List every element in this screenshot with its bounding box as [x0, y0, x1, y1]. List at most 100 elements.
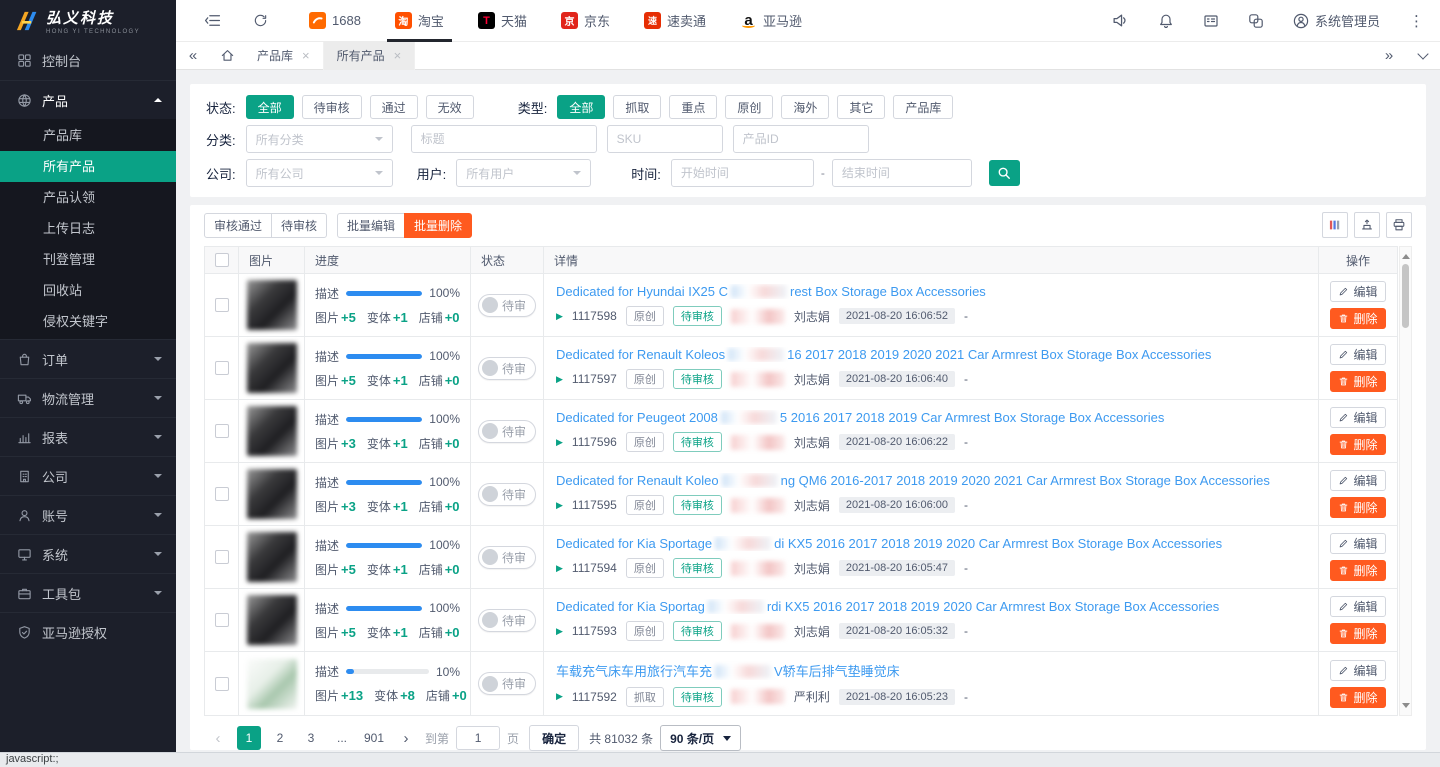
sidebar-subitem-刊登管理[interactable]: 刊登管理 [0, 244, 176, 275]
edit-button[interactable]: 编辑 [1330, 470, 1386, 491]
play-icon[interactable]: ▶ [556, 691, 563, 702]
play-icon[interactable]: ▶ [556, 500, 563, 511]
row-checkbox[interactable] [215, 677, 229, 691]
play-icon[interactable]: ▶ [556, 311, 563, 322]
row-checkbox[interactable] [215, 487, 229, 501]
search-button[interactable] [989, 160, 1020, 186]
play-icon[interactable]: ▶ [556, 374, 563, 385]
sidebar-item-订单[interactable]: 订单 [0, 339, 176, 378]
product-title-link[interactable]: Dedicated for Renault Koleong QM6 2016-2… [556, 473, 1318, 488]
product-photo[interactable] [247, 469, 297, 519]
page-number-3[interactable]: 3 [299, 726, 323, 750]
next-page-icon[interactable]: › [394, 726, 418, 750]
home-tab-icon[interactable] [210, 42, 244, 70]
delete-button[interactable]: 删除 [1330, 434, 1386, 455]
edit-button[interactable]: 编辑 [1330, 533, 1386, 554]
type-chip-原创[interactable]: 原创 [725, 95, 773, 119]
tabs-menu-icon[interactable] [1406, 42, 1440, 70]
row-checkbox[interactable] [215, 424, 229, 438]
goto-confirm-button[interactable]: 确定 [529, 725, 579, 751]
sidebar-subitem-产品认领[interactable]: 产品认领 [0, 182, 176, 213]
type-chip-全部[interactable]: 全部 [557, 95, 605, 119]
product-title-link[interactable]: Dedicated for Kia Sportagedi KX5 2016 20… [556, 536, 1318, 551]
row-checkbox[interactable] [215, 298, 229, 312]
page-number-2[interactable]: 2 [268, 726, 292, 750]
marketplace-tab-amazon[interactable]: a亚马逊 [723, 0, 819, 42]
status-chip-无效[interactable]: 无效 [426, 95, 474, 119]
close-tab-icon[interactable]: × [394, 48, 402, 63]
delete-button[interactable]: 删除 [1330, 623, 1386, 644]
sidebar-item-系统[interactable]: 系统 [0, 534, 176, 573]
sidebar-item-物流管理[interactable]: 物流管理 [0, 378, 176, 417]
product-title-link[interactable]: Dedicated for Renault Koleos16 2017 2018… [556, 347, 1318, 362]
page-number-901[interactable]: 901 [361, 726, 387, 750]
marketplace-tab-jd[interactable]: 京京东 [544, 0, 627, 42]
product-photo[interactable] [247, 406, 297, 456]
sync-icon[interactable] [1248, 13, 1264, 29]
page-tab-所有产品[interactable]: 所有产品× [324, 42, 416, 70]
status-chip-待审核[interactable]: 待审核 [302, 95, 362, 119]
delete-button[interactable]: 删除 [1330, 560, 1386, 581]
sidebar-subitem-所有产品[interactable]: 所有产品 [0, 151, 176, 182]
sidebar-item-产品[interactable]: 产品 [0, 80, 176, 119]
edit-button[interactable]: 编辑 [1330, 344, 1386, 365]
goto-page-input[interactable] [456, 726, 500, 750]
sku-input[interactable] [607, 125, 723, 153]
set-pending-button[interactable]: 待审核 [271, 213, 327, 238]
row-checkbox[interactable] [215, 550, 229, 564]
page-tab-产品库[interactable]: 产品库× [244, 42, 324, 70]
select-all-checkbox[interactable] [215, 253, 229, 267]
product-title-link[interactable]: Dedicated for Kia Sportagrdi KX5 2016 20… [556, 599, 1318, 614]
sidebar-item-工具包[interactable]: 工具包 [0, 573, 176, 612]
more-menu-icon[interactable]: ⋮ [1409, 12, 1424, 30]
sidebar-subitem-侵权关键字[interactable]: 侵权关键字 [0, 306, 176, 337]
batch-edit-button[interactable]: 批量编辑 [337, 213, 405, 238]
edit-button[interactable]: 编辑 [1330, 281, 1386, 302]
type-chip-抓取[interactable]: 抓取 [613, 95, 661, 119]
edit-button[interactable]: 编辑 [1330, 407, 1386, 428]
type-chip-重点[interactable]: 重点 [669, 95, 717, 119]
product-title-link[interactable]: Dedicated for Peugeot 20085 2016 2017 20… [556, 410, 1318, 425]
table-scrollbar[interactable] [1399, 246, 1412, 716]
company-select[interactable]: 所有公司 [246, 159, 393, 187]
row-checkbox[interactable] [215, 613, 229, 627]
refresh-icon[interactable] [253, 13, 268, 28]
title-input[interactable] [411, 125, 597, 153]
export-icon[interactable] [1354, 212, 1380, 238]
sidebar-item-控制台[interactable]: 控制台 [0, 41, 176, 80]
status-chip-全部[interactable]: 全部 [246, 95, 294, 119]
columns-icon[interactable] [1322, 212, 1348, 238]
product-photo[interactable] [247, 659, 297, 709]
notification-bell-icon[interactable] [1158, 13, 1174, 29]
admin-menu[interactable]: 系统管理员 [1293, 11, 1380, 30]
apps-panel-icon[interactable] [1203, 13, 1219, 29]
product-title-link[interactable]: 车载充气床车用旅行汽车充V轿车后排气垫睡觉床 [556, 661, 1318, 680]
sidebar-item-亚马逊授权[interactable]: 亚马逊授权 [0, 612, 176, 651]
row-checkbox[interactable] [215, 361, 229, 375]
delete-button[interactable]: 删除 [1330, 497, 1386, 518]
status-chip-通过[interactable]: 通过 [370, 95, 418, 119]
close-tab-icon[interactable]: × [302, 48, 310, 63]
batch-delete-button[interactable]: 批量删除 [404, 213, 472, 238]
play-icon[interactable]: ▶ [556, 437, 563, 448]
sidebar-subitem-上传日志[interactable]: 上传日志 [0, 213, 176, 244]
product-photo[interactable] [247, 532, 297, 582]
tabs-scroll-left-icon[interactable]: « [176, 42, 210, 70]
type-chip-其它[interactable]: 其它 [837, 95, 885, 119]
sidebar-item-账号[interactable]: 账号 [0, 495, 176, 534]
scroll-up-icon[interactable] [1402, 250, 1410, 259]
type-chip-海外[interactable]: 海外 [781, 95, 829, 119]
delete-button[interactable]: 删除 [1330, 371, 1386, 392]
page-number-1[interactable]: 1 [237, 726, 261, 750]
play-icon[interactable]: ▶ [556, 563, 563, 574]
scroll-down-icon[interactable] [1402, 703, 1410, 712]
sidebar-item-公司[interactable]: 公司 [0, 456, 176, 495]
delete-button[interactable]: 删除 [1330, 687, 1386, 708]
marketplace-tab-taobao[interactable]: 淘淘宝 [378, 0, 461, 42]
marketplace-tab-aliexpress[interactable]: 速速卖通 [627, 0, 723, 42]
product-photo[interactable] [247, 280, 297, 330]
category-select[interactable]: 所有分类 [246, 125, 393, 153]
tabs-scroll-right-icon[interactable]: » [1372, 42, 1406, 70]
end-time-input[interactable] [832, 159, 972, 187]
collapse-sidebar-icon[interactable] [204, 12, 221, 29]
